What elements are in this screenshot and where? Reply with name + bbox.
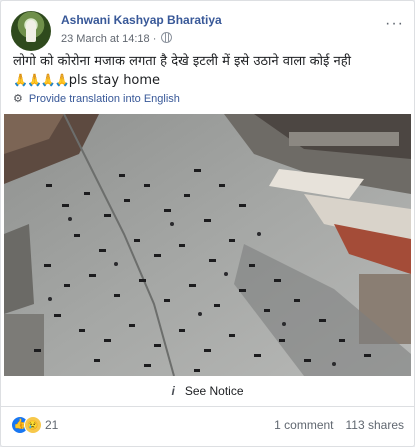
plaza-photo-svg	[4, 114, 411, 376]
post-meta: 23 March at 14:18 ·	[61, 32, 173, 45]
post-text-line2: 🙏🙏🙏🙏pls stay home	[13, 71, 404, 90]
share-count[interactable]: 113 shares	[346, 418, 404, 432]
post-text-line2-label: pls stay home	[68, 73, 161, 88]
post-photo[interactable]	[4, 114, 411, 376]
engagement-counts: 1 comment 113 shares	[262, 418, 404, 432]
meta-separator: ·	[149, 33, 160, 45]
sad-reaction-icon: 😢	[24, 416, 42, 434]
post-date[interactable]: 23 March at 14:18	[61, 33, 150, 45]
comment-count[interactable]: 1 comment	[274, 418, 333, 432]
author-avatar[interactable]	[11, 11, 51, 51]
translation-link[interactable]: ⚙ Provide translation into English	[13, 92, 180, 105]
reaction-count: 21	[45, 418, 59, 432]
post-text-line1: लोगो को कोरोना मजाक लगता है देखे इटली मे…	[13, 54, 351, 69]
post-text: लोगो को कोरोना मजाक लगता है देखे इटली मे…	[13, 53, 404, 90]
translation-label: Provide translation into English	[28, 93, 180, 105]
see-notice-bar[interactable]: i See Notice	[1, 376, 414, 407]
info-icon: i	[171, 384, 175, 398]
see-notice-label: See Notice	[184, 384, 244, 398]
globe-icon[interactable]	[161, 32, 173, 43]
gear-icon: ⚙	[13, 93, 23, 105]
more-icon[interactable]: ···	[385, 15, 404, 33]
author-name[interactable]: Ashwani Kashyap Bharatiya	[61, 13, 222, 27]
post-header: Ashwani Kashyap Bharatiya 23 March at 14…	[11, 11, 404, 51]
post-footer: 👍 😢 21 1 comment 113 shares	[11, 412, 404, 436]
facebook-post-card: Ashwani Kashyap Bharatiya 23 March at 14…	[0, 0, 415, 447]
praying-hands-icon: 🙏🙏🙏🙏	[13, 73, 70, 87]
